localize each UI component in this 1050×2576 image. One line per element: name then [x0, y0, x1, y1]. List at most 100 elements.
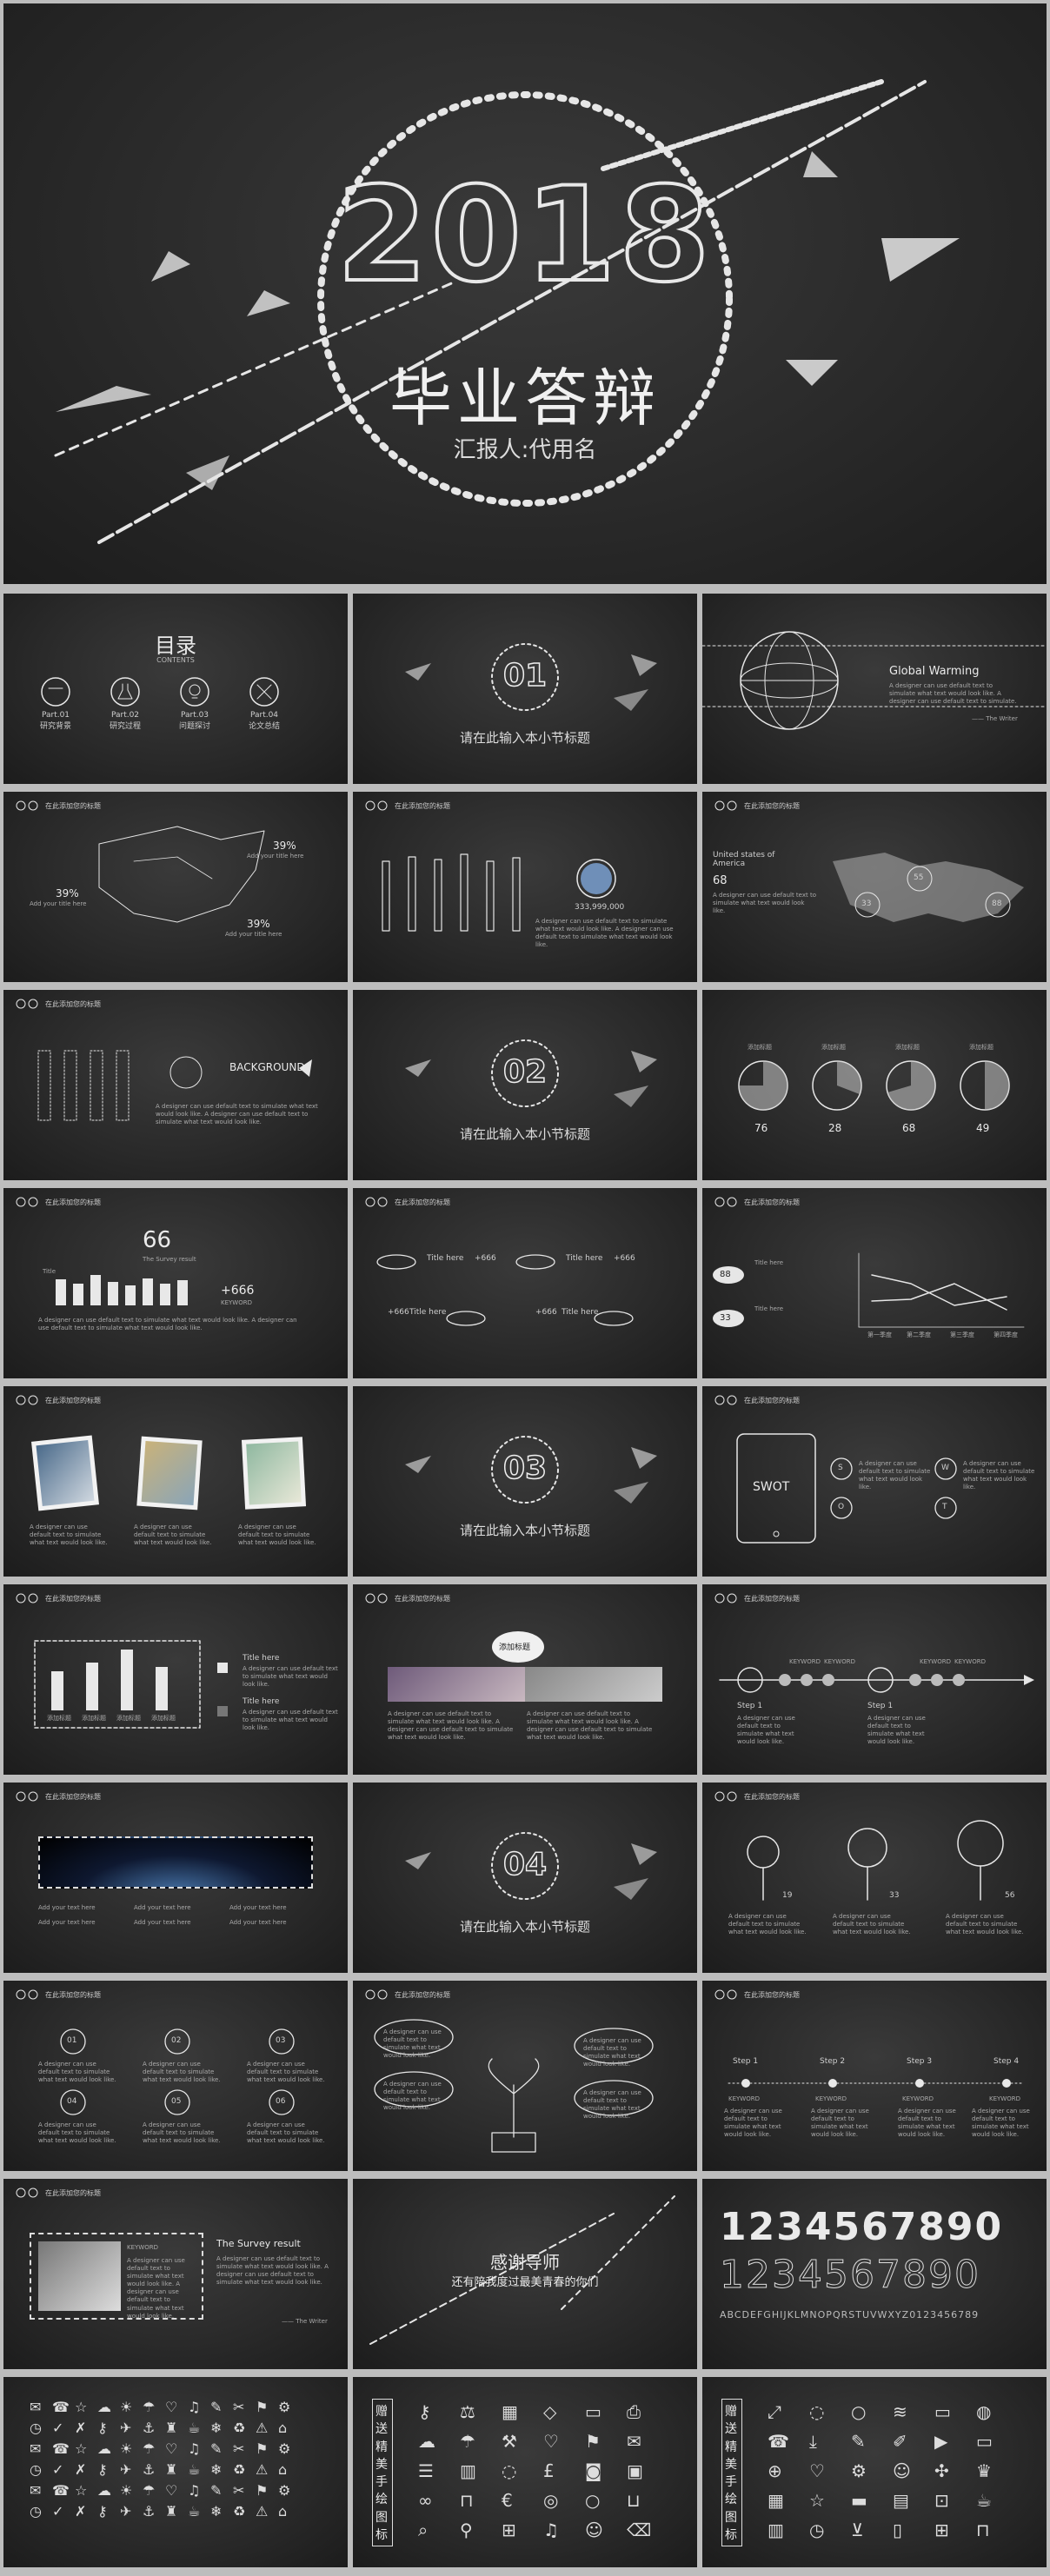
slide-photos[interactable]: 在此添加您的标题 A designer can use default text… — [3, 1386, 348, 1577]
cloud-icon: ☁ — [418, 2431, 435, 2452]
heart-icon: ♡ — [165, 2399, 178, 2415]
slide-trees[interactable]: 在此添加您的标题 19 33 56 A designer can use def… — [702, 1783, 1047, 1973]
slide-toc[interactable]: 目录 CONTENTS Part.01 研究背景 Part.02 研究过程 Part… — [3, 594, 348, 784]
cyl-plus: +666 — [475, 1254, 496, 1263]
bars-body: A designer can use default text to simul… — [535, 918, 674, 949]
slide-thanks[interactable]: 感谢导师 还有陪我度过最美青春的你们 — [353, 2179, 697, 2369]
heart-icon: ♡ — [809, 2460, 825, 2481]
pie-label: 添加标题 — [895, 1044, 920, 1051]
slide-earth[interactable]: 在此添加您的标题 Add your text here Add your tex… — [3, 1783, 348, 1973]
slide-china-map[interactable]: 在此添加您的标题 39% Add your title here 39% Add… — [3, 792, 348, 982]
section-subtitle: 请在此输入本小节标题 — [459, 730, 590, 746]
slide-header: 在此添加您的标题 — [14, 2188, 101, 2198]
lock-icon: ⊓ — [460, 2490, 474, 2511]
mail-icon: ✉ — [30, 2482, 42, 2499]
slide-section-04[interactable]: 04 请在此输入本小节标题 — [353, 1783, 697, 1973]
slide-six-items[interactable]: 在此添加您的标题 01 02 03 04 05 06 A designer ca… — [3, 1981, 348, 2171]
slide-font-sample[interactable]: 1234567890 1234567890 ABCDEFGHIJKLMNOPQR… — [702, 2179, 1047, 2369]
map-label: Add your title here — [225, 931, 282, 938]
pin-value: 55 — [914, 873, 924, 882]
slide-result[interactable]: 在此添加您的标题 KEYWORD A designer can use defa… — [3, 2179, 348, 2369]
slide-swot[interactable]: 在此添加您的标题 SWOT S W O T A designer can use… — [702, 1386, 1047, 1577]
toc-title: 目录 — [155, 634, 196, 658]
check-icon: ✓ — [52, 2461, 64, 2478]
map-label: Add your title here — [247, 853, 304, 860]
gavel-icon: ⚒ — [502, 2431, 517, 2452]
swot-center: SWOT — [753, 1480, 790, 1494]
glasses-icon — [16, 1791, 38, 1802]
umbrella-icon: ☂ — [143, 2440, 156, 2457]
result-photo — [38, 2241, 121, 2311]
slide-plant[interactable]: 在此添加您的标题 A designer can use default text… — [353, 1981, 697, 2171]
sun-icon: ☀ — [120, 2482, 133, 2499]
anchor-icon: ⚓ — [143, 2420, 156, 2436]
bulb-icon — [180, 677, 209, 707]
slide-cylinders[interactable]: 在此添加您的标题 Title here +666 Title here +666… — [353, 1188, 697, 1378]
recycle-icon: ♻ — [233, 2503, 246, 2520]
reporter: 汇报人:代用名 — [453, 437, 597, 463]
cyl-plus: +666 — [535, 1308, 557, 1317]
slide-timeline[interactable]: 在此添加您的标题 Step 1 Step 2 Step 3 Step 4 KEY… — [702, 1981, 1047, 2171]
slide-icons-2[interactable]: 赠送精美手绘图标 ⚷ ⚖ ▦ ◇ ▭ ⎙ ☁ ☂ ⚒ ♡ ⚑ ✉ ☰ ▥ ◌ £ ◙ ▣ ∞ ⊓ € ◎ ○ ⊔ ⌕ ⚲ ⊞… — [353, 2377, 697, 2567]
step-label: Step 1 — [737, 1702, 763, 1710]
timeline-step: Step 1 — [733, 2057, 759, 2066]
slide-section-02[interactable]: 02 请在此输入本小节标题 — [353, 990, 697, 1180]
bulb-icon: ○ — [585, 2490, 601, 2511]
cart-icon: ⊻ — [851, 2520, 864, 2540]
calendar-icon: ▦ — [502, 2401, 518, 2422]
photo-right — [525, 1667, 662, 1702]
bars-value: 333,999,000 — [575, 903, 625, 912]
bell-icon: ♫ — [543, 2520, 559, 2540]
title-slide[interactable]: 2018 毕业答辩 汇报人:代用名 — [3, 3, 1047, 584]
edit-icon: ✐ — [893, 2431, 907, 2452]
cross-icon: ✗ — [75, 2503, 87, 2520]
x-tick: 第四季度 — [994, 1331, 1018, 1338]
plane-icon: ✈ — [120, 2503, 132, 2520]
heart-icon: ♡ — [165, 2440, 178, 2457]
slide-globe[interactable]: Global Warming A designer can use defaul… — [702, 594, 1047, 784]
line-a: 88 — [720, 1270, 731, 1279]
flag-icon: ⚑ — [256, 2482, 269, 2499]
slide-icons-1[interactable]: ✉ ☎ ☆ ☁ ☀ ☂ ♡ ♫ ✎ ✂ ⚑ ⚙ ◷ ✓ ✗ ⚷ ✈ ⚓ ♜ ☕ ❄ ♻ ⚠ ⌂ ✉ ☎ ☆ ☁ ☀ ☂ ♡ ♫ ✎ ✂ ⚑ ⚙ ◷… — [3, 2377, 348, 2567]
slide-section-03[interactable]: 03 请在此输入本小节标题 — [353, 1386, 697, 1577]
barframe-title: Title here — [243, 1697, 280, 1706]
pie-label: 添加标题 — [748, 1044, 772, 1051]
scissors-icon: ✂ — [233, 2482, 245, 2499]
country-name: United states of America — [713, 851, 775, 868]
tree-body: A designer can use default text to simul… — [833, 1913, 911, 1936]
slide-survey-bars[interactable]: 在此添加您的标题 66 The Survey result Title +666… — [3, 1188, 348, 1378]
slide-usa-map[interactable]: 在此添加您的标题 United states of America 68 A d… — [702, 792, 1047, 982]
slide-bars-photo[interactable]: 在此添加您的标题 333,999,000 A designer can use … — [353, 792, 697, 982]
link-icon: ∞ — [418, 2490, 433, 2511]
step-kw: KEYWORD — [824, 1658, 855, 1665]
chess-icon: ♜ — [165, 2461, 178, 2478]
font-row-1: 1234567890 — [720, 2205, 1004, 2249]
slide-background[interactable]: 在此添加您的标题 BACKGROUND A designer can use d… — [3, 990, 348, 1180]
chart-icon: ▥ — [768, 2520, 784, 2540]
earth-item: Add your text here — [134, 1919, 191, 1927]
photo-frame — [136, 1436, 203, 1510]
tree-body: A designer can use default text to simul… — [728, 1913, 807, 1936]
survey-pct: 66 — [143, 1227, 172, 1253]
cyl-title: Title here — [427, 1254, 464, 1263]
item-num: 01 — [67, 2036, 77, 2045]
slide-pies[interactable]: 添加标题 添加标题 添加标题 添加标题 76 28 68 49 — [702, 990, 1047, 1180]
slide-process[interactable]: 在此添加您的标题 KEYWORD KEYWORD KEYWORD KEYWORD… — [702, 1584, 1047, 1775]
scroll-columns — [37, 1050, 312, 1121]
step-kw: KEYWORD — [920, 1658, 951, 1665]
ticket-icon: ▭ — [585, 2401, 601, 2422]
slide-icons-3[interactable]: 赠送精美手绘图标 ⤢ ◌ ○ ≋ ▭ ◍ ☎ ⤓ ✎ ✐ ▶ ▭ ⊕ ♡ ⚙ ☺ ✣ ♛ ▦ ☆ ▬ ▤ ⊡ ☕ ▥ ◷ ⊻… — [702, 2377, 1047, 2567]
country-pct: 68 — [713, 874, 728, 887]
slide-line-chart[interactable]: 在此添加您的标题 88 33 Title here Title here 第一季… — [702, 1188, 1047, 1378]
swot-letter: O — [838, 1503, 845, 1511]
slide-cloud-photos[interactable]: 在此添加您的标题 添加标题 A designer can use default… — [353, 1584, 697, 1775]
slide-section-01[interactable]: 01 请在此输入本小节标题 — [353, 594, 697, 784]
briefcase-icon: ▣ — [627, 2460, 643, 2481]
result-title: The Survey result — [216, 2238, 301, 2249]
search-icon: ⌕ — [418, 2520, 429, 2540]
thanks-subtitle: 还有陪我度过最美青春的你们 — [451, 2276, 599, 2289]
gift-icon: ⊞ — [502, 2520, 516, 2540]
pencil-icon: ✎ — [210, 2440, 223, 2457]
cloud-icon: ☁ — [97, 2399, 111, 2415]
slide-bar-frame[interactable]: 在此添加您的标题 Title here A designer can use d… — [3, 1584, 348, 1775]
